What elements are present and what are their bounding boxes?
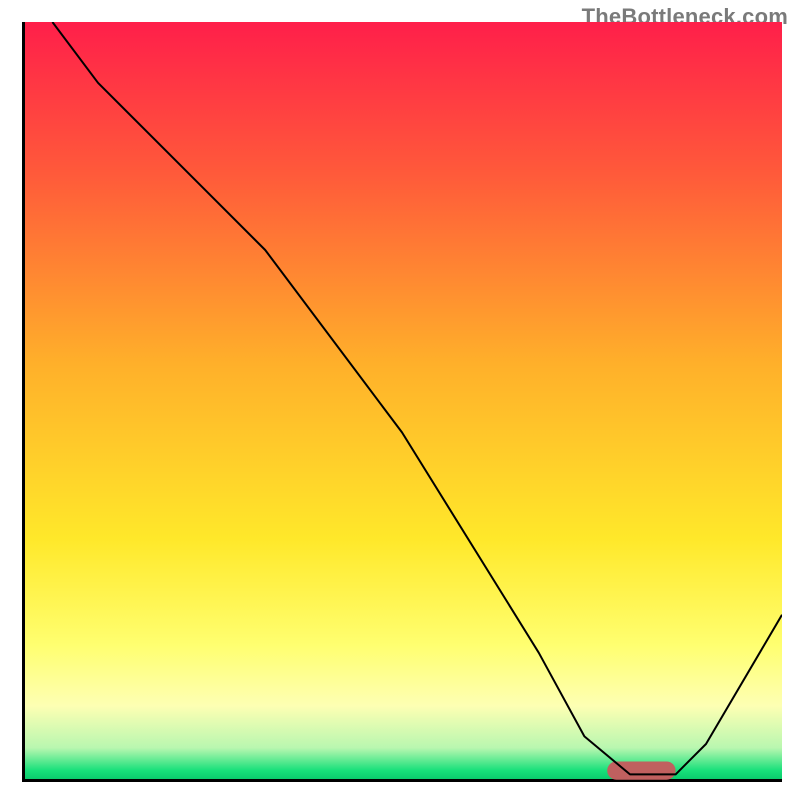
chart-stage: TheBottleneck.com [0,0,800,800]
bottleneck-chart [22,22,782,782]
gradient-background [22,22,782,782]
chart-svg [22,22,782,782]
